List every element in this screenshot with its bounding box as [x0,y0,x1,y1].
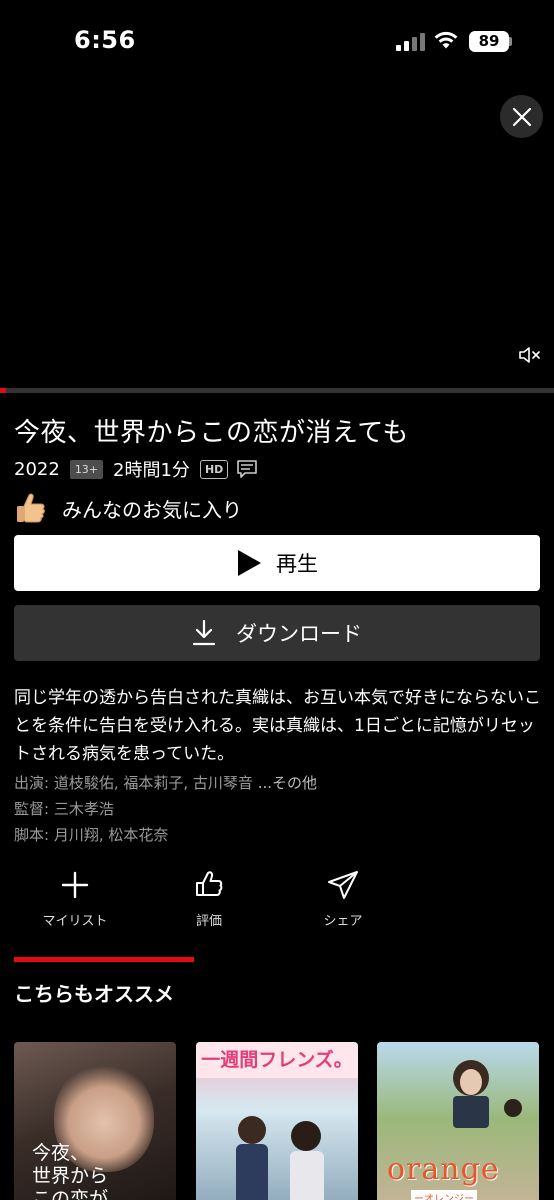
action-row: マイリスト 評価 シェア [0,870,554,940]
favorite-row: みんなのお気に入り [14,490,242,526]
my-list-label: マイリスト [42,914,108,929]
download-label: ダウンロード [236,622,362,646]
poster-figures-image [236,1116,324,1200]
play-button[interactable]: 再生 [14,535,540,591]
video-progress-fill [0,388,6,393]
synopsis: 同じ学年の透から告白された真織は、お互い本気で好きにならないことを条件に告白を受… [14,688,541,764]
director-label: 監督: [14,800,50,818]
status-time: 6:56 [74,26,136,54]
poster-cast-image [453,1060,522,1128]
plus-icon [61,871,89,899]
rate-label: 評価 [195,914,222,929]
my-list-button[interactable]: マイリスト [15,870,135,929]
thumbs-up-emoji-icon [17,493,45,523]
wifi-icon [434,31,458,49]
poster-tile[interactable]: orange ーオレンジー [377,1042,539,1200]
poster-tile[interactable]: 今夜、 世界から この恋が [14,1042,176,1200]
share-icon [328,871,358,899]
cast-more-link[interactable]: ...その他 [258,774,317,792]
writer-names: 月川翔, 松本花奈 [53,826,169,844]
duration: 2時間1分 [113,460,190,481]
cast-names: 道枝駿佑, 福本莉子, 古川琴音 [53,774,253,792]
poster-tile[interactable]: 一週間フレンズ。 [196,1042,358,1200]
thumbs-up-icon [196,871,223,896]
favorite-label: みんなのお気に入り [62,497,242,522]
cellular-signal-icon [396,33,426,51]
writer-label: 脚本: [14,826,50,844]
director-line: 監督: 三木孝浩 [14,796,317,822]
cast-line: 出演: 道枝駿佑, 福本莉子, 古川琴音 ...その他 [14,770,317,796]
poster-title-2: 一週間フレンズ。 [196,1042,358,1078]
credits: 出演: 道枝駿佑, 福本莉子, 古川琴音 ...その他 監督: 三木孝浩 脚本:… [14,770,317,848]
page-title: 今夜、世界からこの恋が消えても [14,418,409,448]
poster-title-1: 今夜、 世界から この恋が [32,1142,109,1200]
play-label: 再生 [276,552,318,576]
video-progress-bar[interactable] [0,388,554,393]
status-bar: 6:56 89 [0,0,554,80]
close-button[interactable] [500,95,543,138]
play-icon [238,550,261,576]
subtitles-icon [237,460,258,478]
download-button[interactable]: ダウンロード [14,605,540,661]
battery-tip [509,37,512,46]
battery-indicator: 89 [469,31,509,52]
director-name: 三木孝浩 [53,800,114,818]
mute-icon[interactable] [518,345,542,365]
section-tab-indicator [14,957,194,962]
cast-label: 出演: [14,774,50,792]
poster-subtitle-3: ーオレンジー [411,1190,477,1200]
writer-line: 脚本: 月川翔, 松本花奈 [14,822,317,848]
share-label: シェア [323,914,363,929]
age-rating-badge: 13+ [69,459,104,479]
section-title[interactable]: こちらもオススメ [14,978,174,1007]
release-year: 2022 [14,458,60,480]
hd-badge: HD [199,459,229,479]
share-button[interactable]: シェア [283,870,403,929]
meta-row: 2022 13+ 2時間1分 HD [14,456,258,482]
download-icon [192,620,216,646]
poster-title-3: orange [387,1152,500,1187]
close-icon [512,107,531,126]
rate-button[interactable]: 評価 [149,870,269,929]
